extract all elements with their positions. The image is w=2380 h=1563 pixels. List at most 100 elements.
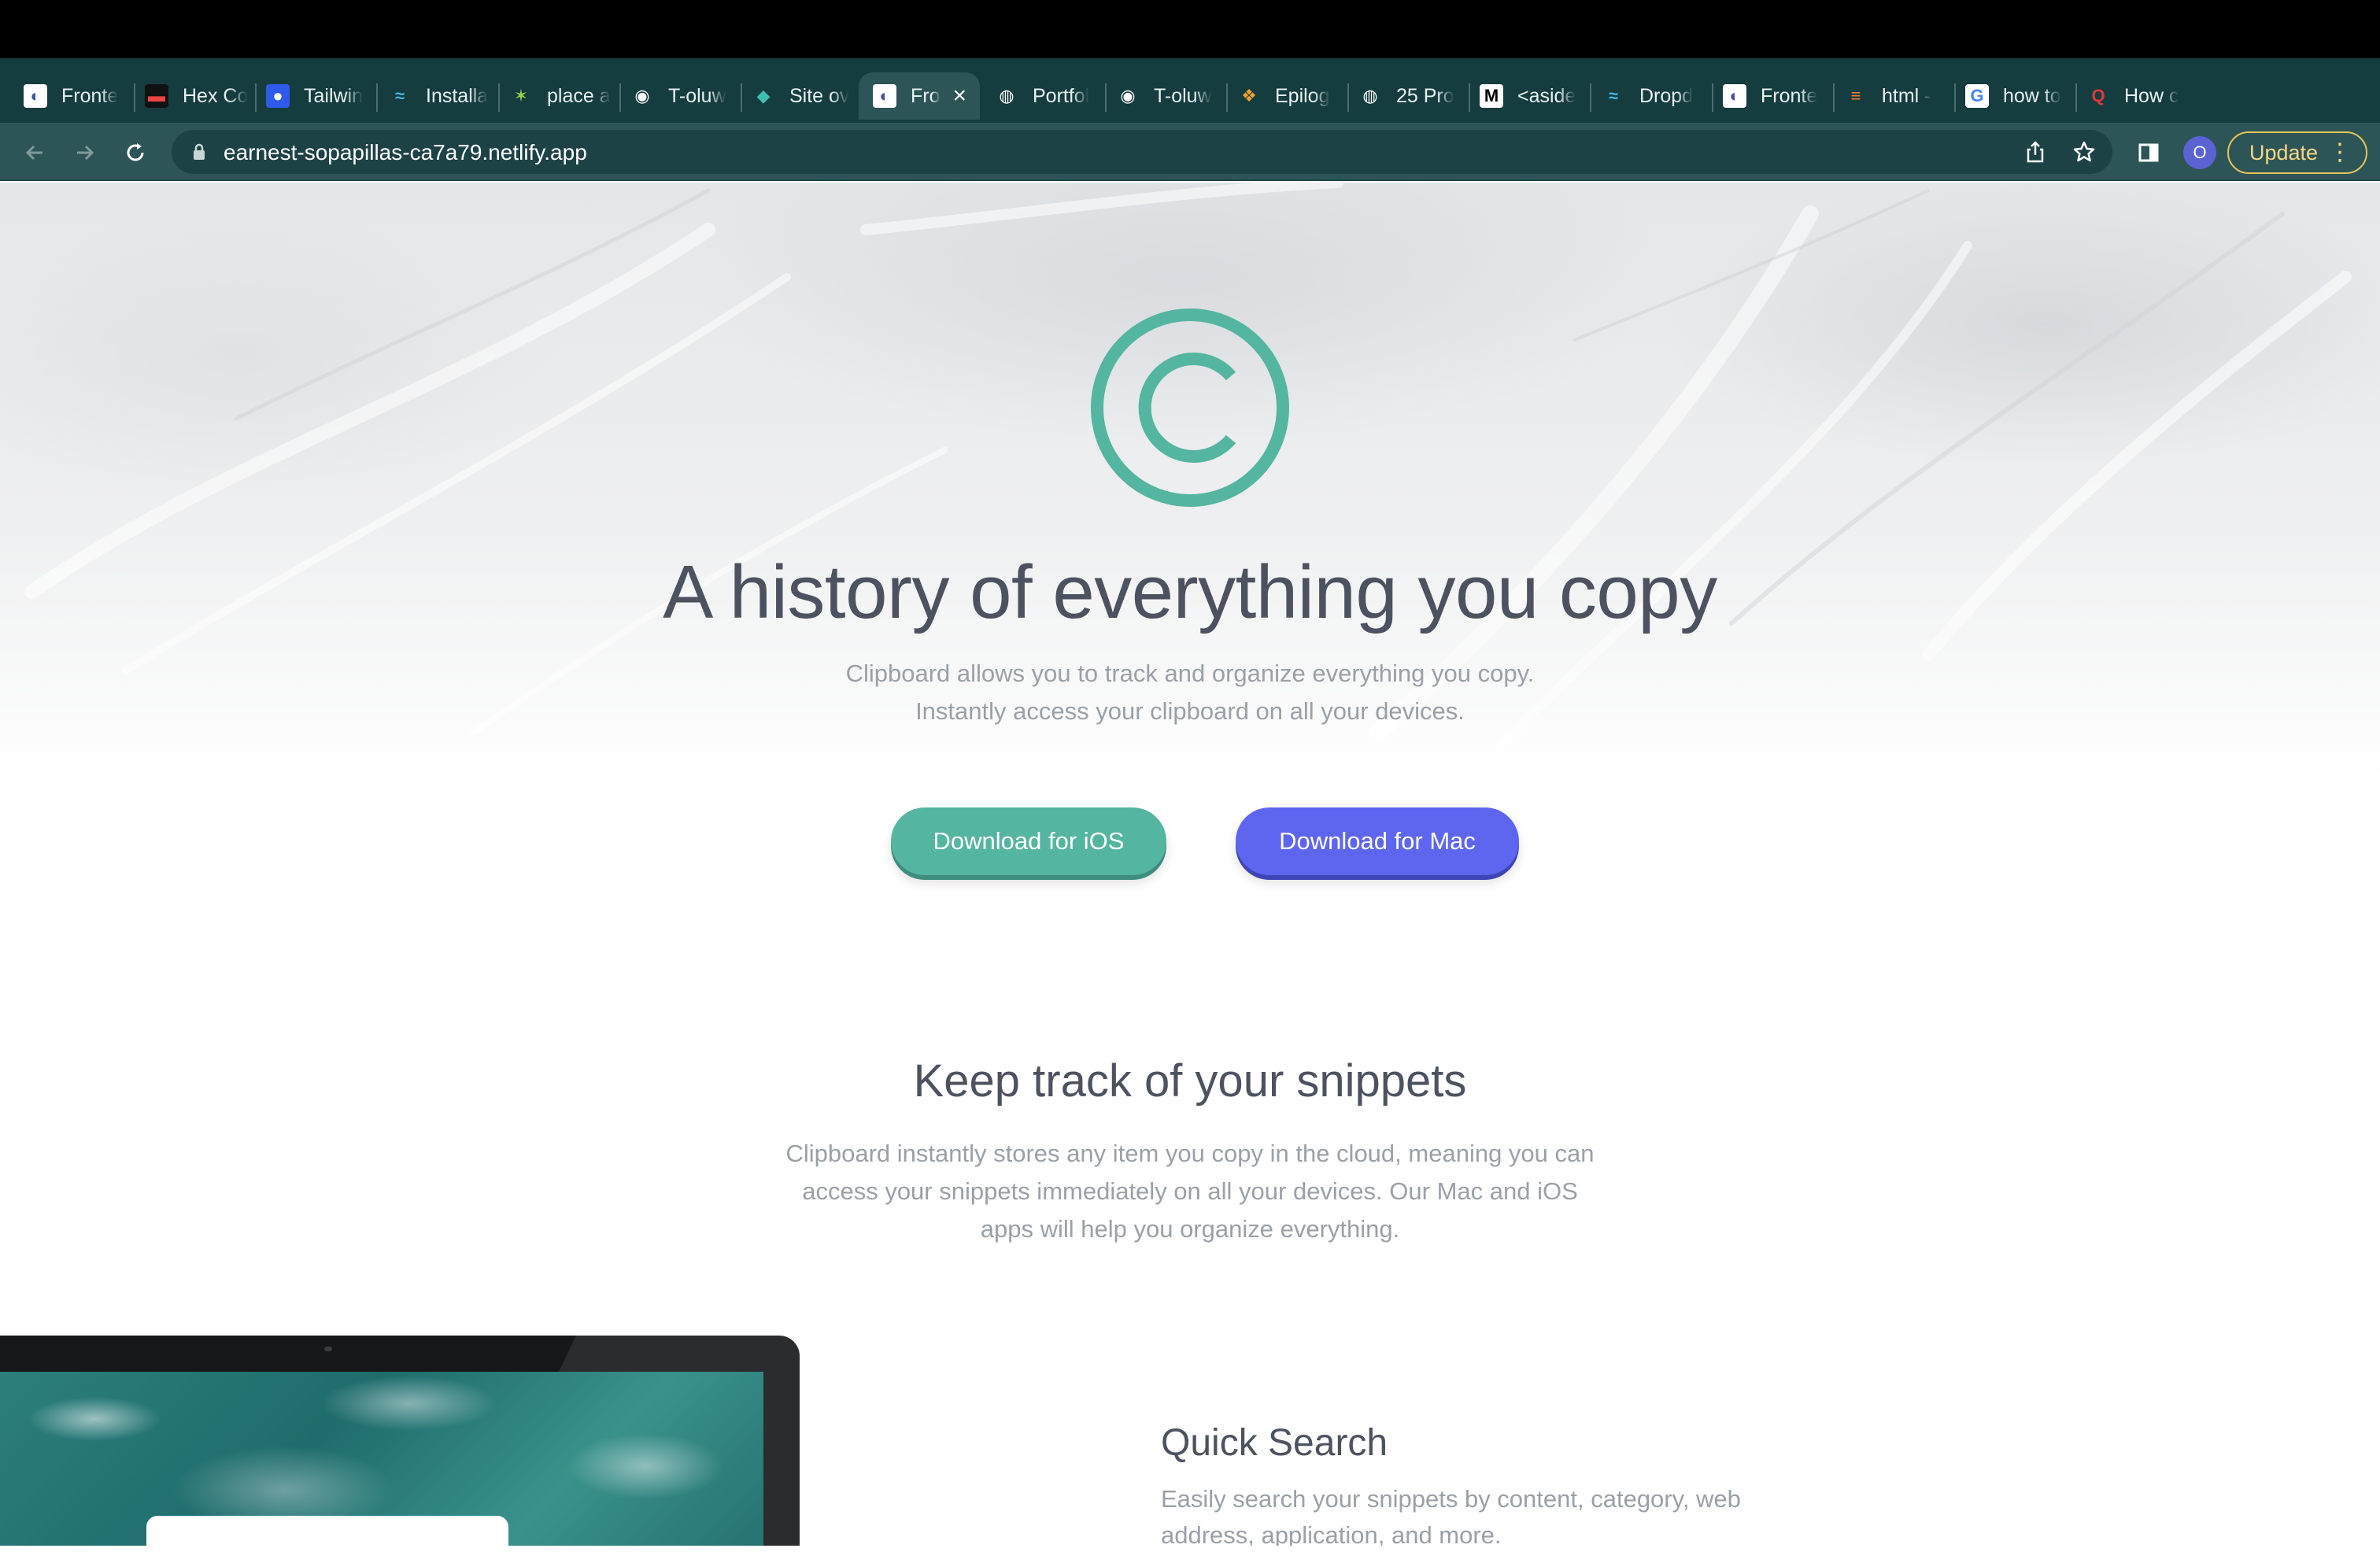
tab-separator — [255, 83, 257, 112]
tab-title: T-oluw — [668, 84, 726, 107]
back-arrow-icon[interactable] — [17, 135, 52, 170]
tab-title: Tailwin — [304, 84, 364, 107]
download-ios-button[interactable]: Download for iOS — [891, 807, 1166, 875]
download-mac-button[interactable]: Download for Mac — [1236, 807, 1519, 875]
google-icon: G — [1965, 84, 1989, 108]
epilogue-font-icon: ❖ — [1241, 86, 1257, 105]
github-icon: ◉ — [634, 86, 650, 105]
tab-close-icon[interactable]: × — [953, 83, 967, 109]
tab-separator — [498, 83, 500, 112]
tab-15[interactable]: ◐ Fronte — [1723, 72, 1830, 120]
tab-10[interactable]: ◉ T-oluw — [1116, 72, 1223, 120]
tab-14[interactable]: ≈ Dropd — [1602, 72, 1709, 120]
tab-8[interactable]: ◐ Fro × — [859, 72, 980, 120]
web-page: A history of everything you copy Clipboa… — [0, 183, 2380, 1546]
laptop-screen-card — [146, 1516, 508, 1563]
tab-18[interactable]: Q How c — [2086, 72, 2193, 120]
tab-1[interactable]: ◐ Fronte — [24, 72, 131, 120]
tab-separator — [376, 83, 378, 112]
sparkle-icon: ✶ — [513, 86, 529, 105]
tab-separator — [741, 83, 742, 112]
github-icon: ◉ — [1120, 86, 1136, 105]
tab-title: Fronte — [61, 84, 119, 107]
tab-5[interactable]: ✶ place a — [509, 72, 616, 120]
tab-title: Hex Co — [183, 84, 249, 107]
frontend-mentor-icon: ◐ — [873, 84, 896, 108]
stackoverflow-icon: ≡ — [1850, 86, 1861, 105]
hero-subtitle: Clipboard allows you to track and organi… — [845, 660, 1535, 725]
snippets-title: Keep track of your snippets — [913, 1055, 1467, 1107]
tab-title: Epilog — [1275, 84, 1330, 107]
tab-separator — [134, 83, 135, 112]
tab-separator — [1833, 83, 1835, 112]
tab-13[interactable]: M <aside — [1480, 72, 1587, 120]
lock-icon[interactable] — [192, 142, 206, 161]
quick-search-title: Quick Search — [1161, 1422, 1388, 1464]
tab-2[interactable]: ▬ Hex Co — [145, 72, 252, 120]
frontend-mentor-icon: ◐ — [1723, 84, 1746, 108]
quora-icon: Q — [2091, 86, 2105, 105]
copyright-logo-icon — [1091, 309, 1289, 507]
laptop-mockup — [0, 1336, 800, 1546]
tab-title: How c — [2124, 84, 2179, 107]
tab-title: T-oluw — [1154, 84, 1212, 107]
tab-title: Portfol — [1033, 84, 1090, 107]
tab-separator — [1469, 83, 1470, 112]
forward-arrow-icon[interactable] — [68, 135, 102, 170]
tab-title: place a — [547, 84, 611, 107]
laptop-camera — [324, 1347, 332, 1351]
tab-12[interactable]: ◍ 25 Pro — [1358, 72, 1465, 120]
tab-3[interactable]: ● Tailwin — [266, 72, 373, 120]
address-bar[interactable]: earnest-sopapillas-ca7a79.netlify.app — [172, 130, 2112, 174]
kebab-menu-icon[interactable]: ⋮ — [2328, 139, 2352, 166]
tailwind-icon: ≈ — [394, 86, 405, 105]
tab-separator — [1590, 83, 1591, 112]
share-icon[interactable] — [2023, 139, 2048, 164]
tab-separator — [1954, 83, 1956, 112]
tab-4[interactable]: ≈ Installa — [388, 72, 495, 120]
tab-6[interactable]: ◉ T-oluw — [630, 72, 737, 120]
side-panel-icon[interactable] — [2131, 135, 2166, 170]
profile-avatar[interactable]: O — [2183, 136, 2216, 169]
tab-title: Dropd — [1639, 84, 1694, 107]
update-label: Update — [2249, 140, 2319, 164]
tab-separator — [1105, 83, 1107, 112]
frontend-mentor-icon: ◐ — [24, 84, 47, 108]
url-text[interactable]: earnest-sopapillas-ca7a79.netlify.app — [224, 140, 587, 165]
macos-top-bar — [0, 0, 2380, 58]
tab-title: Fro — [911, 84, 941, 107]
netlify-icon: ◆ — [756, 86, 771, 105]
bookmark-star-icon[interactable] — [2071, 139, 2097, 164]
snippets-text: Clipboard instantly stores any item you … — [785, 1140, 1595, 1243]
tab-title: 25 Pro — [1396, 84, 1454, 107]
tab-separator — [1226, 83, 1228, 112]
tab-title: Site ov — [789, 84, 850, 107]
tab-separator — [2075, 83, 2077, 112]
tab-separator — [1347, 83, 1349, 112]
update-button[interactable]: Update ⋮ — [2227, 131, 2367, 174]
tab-17[interactable]: Ghow to — [1965, 72, 2072, 120]
tailwind-icon: ≈ — [1608, 86, 1619, 105]
hero-title: A history of everything you copy — [663, 550, 1717, 634]
tab-16[interactable]: ≡ html - — [1844, 72, 1951, 120]
mdn-icon: M — [1480, 84, 1503, 108]
tailwind-circle-icon: ● — [266, 84, 290, 108]
tab-7[interactable]: ◆ Site ov — [752, 72, 859, 120]
hex-color-icon: ▬ — [145, 84, 168, 108]
tab-separator — [1712, 83, 1713, 112]
browser-toolbar: earnest-sopapillas-ca7a79.netlify.app O … — [0, 123, 2380, 181]
globe-icon: ◍ — [999, 86, 1014, 105]
tab-separator — [619, 83, 621, 112]
tab-title: Fronte — [1761, 84, 1818, 107]
laptop-bezel-top — [0, 1336, 576, 1372]
tab-title: Installa — [426, 84, 489, 107]
reload-icon[interactable] — [118, 135, 153, 170]
tab-title: html - — [1882, 84, 1931, 107]
tab-11[interactable]: ❖ Epilog — [1237, 72, 1344, 120]
quick-search-text: Easily search your snippets by content, … — [1161, 1485, 1741, 1546]
tab-title: how to — [2003, 84, 2061, 107]
tab-strip: + ◐Fronte▬Hex Co●Tailwin≈Installa✶place … — [0, 58, 2380, 168]
tab-title: <aside — [1517, 84, 1576, 107]
globe-icon: ◍ — [1362, 86, 1378, 105]
tab-9[interactable]: ◍ Portfol — [995, 72, 1102, 120]
